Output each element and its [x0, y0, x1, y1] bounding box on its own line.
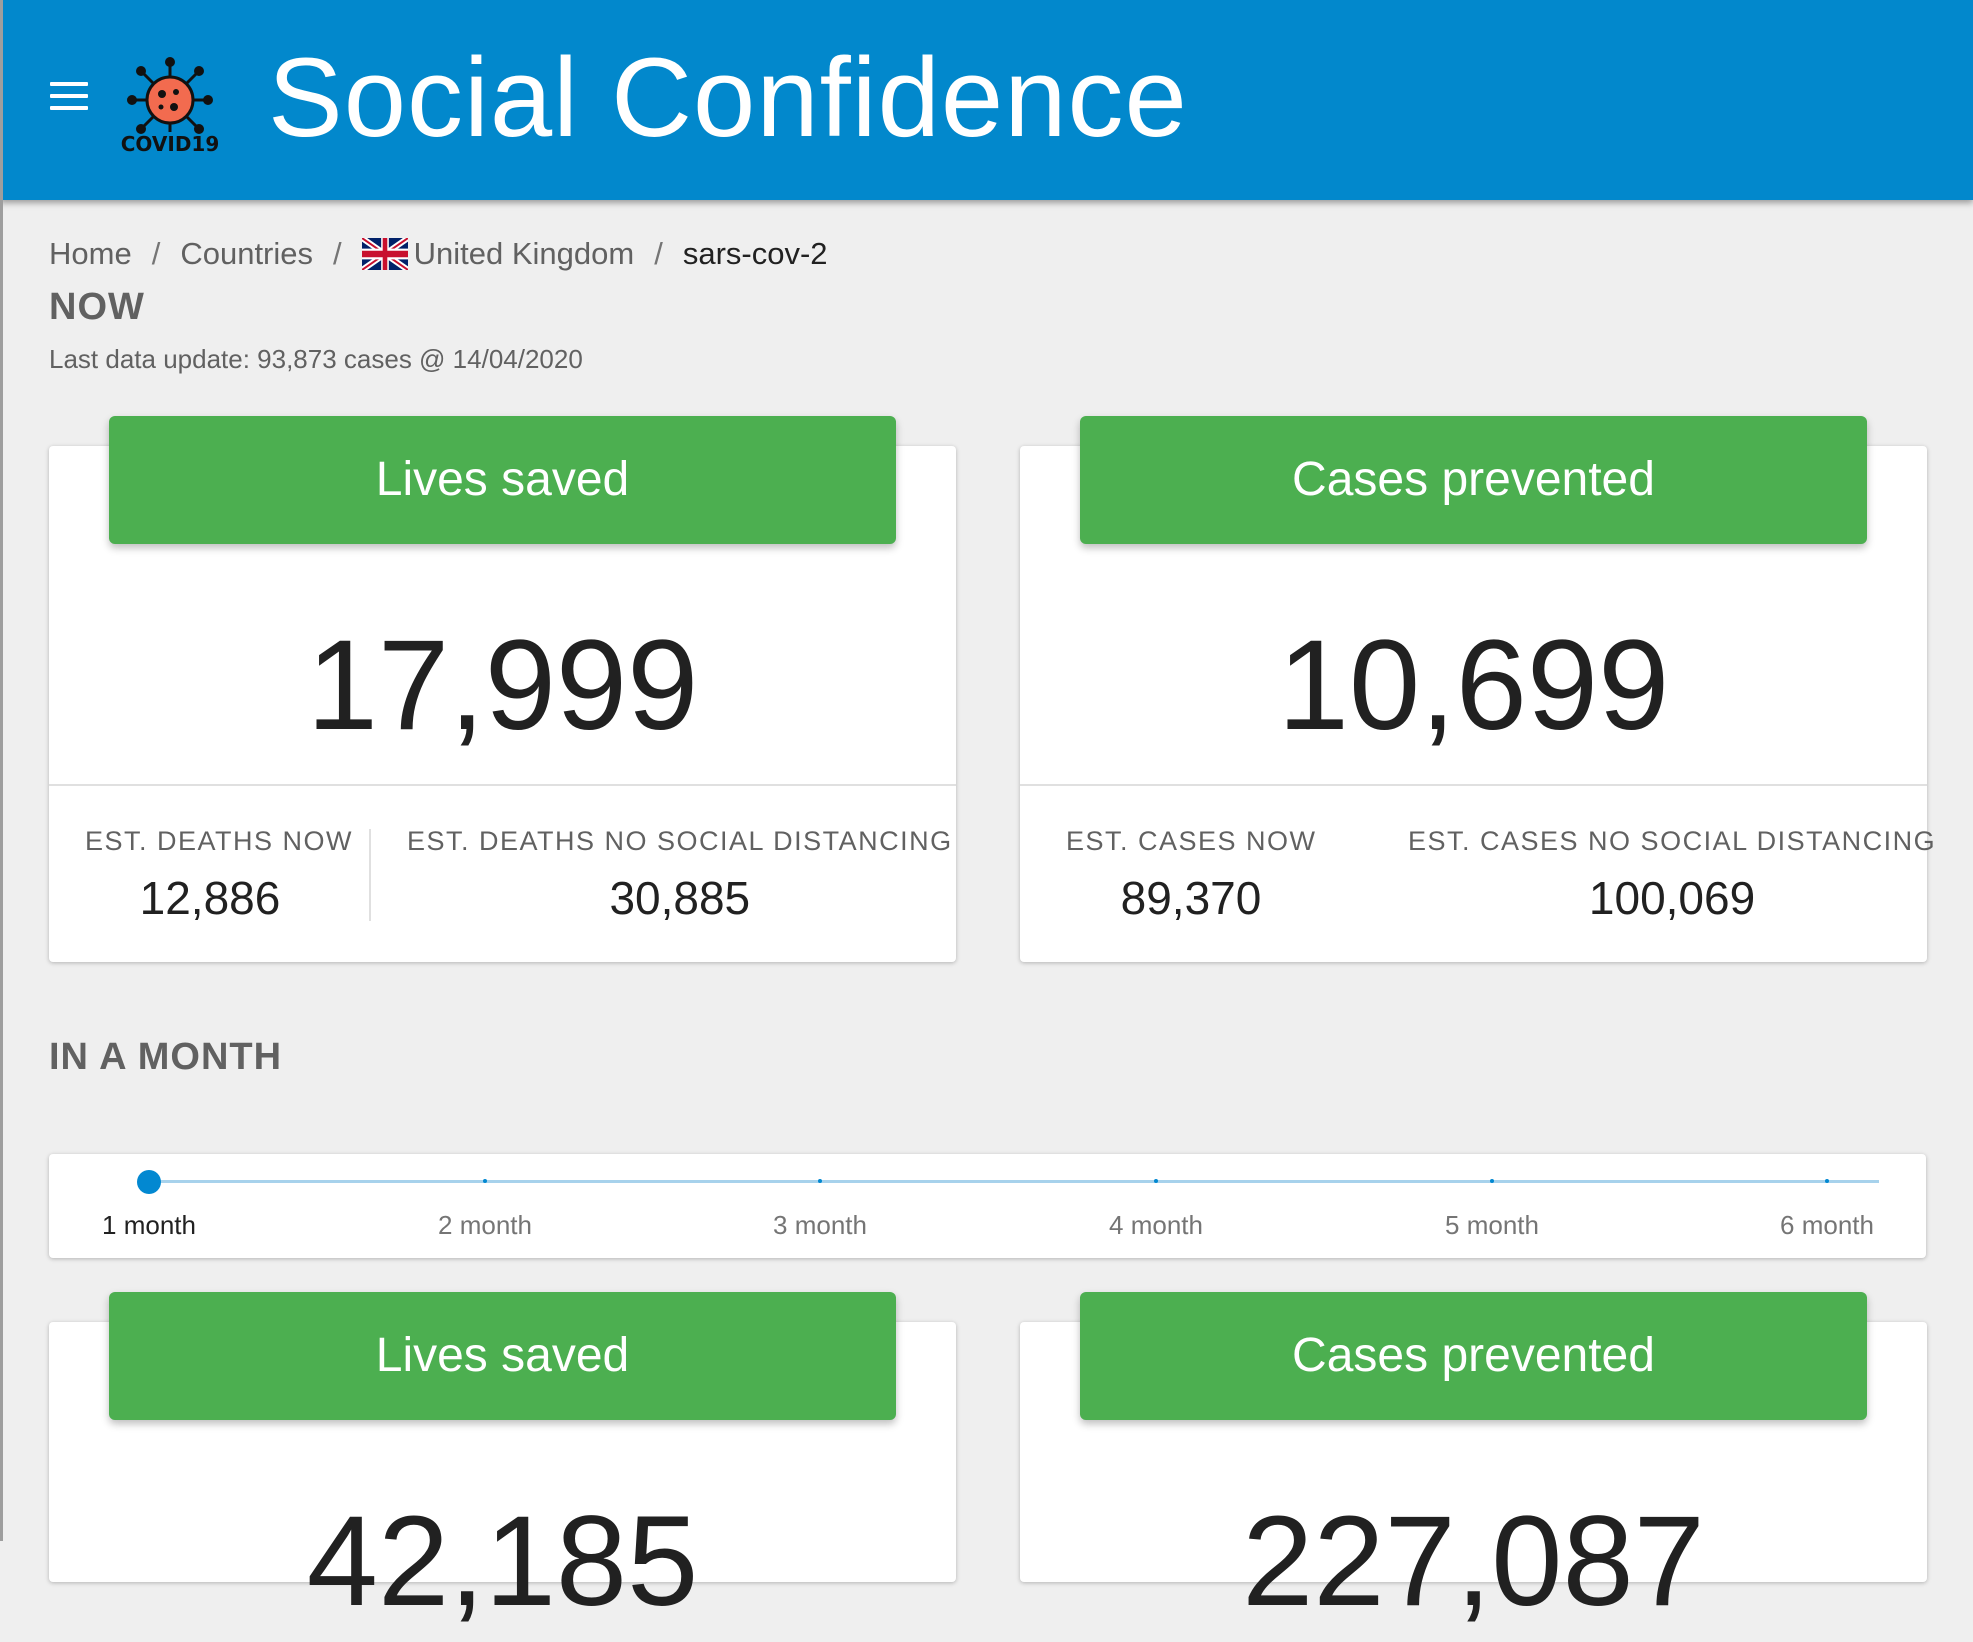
covid19-logo: COVID19: [121, 57, 220, 154]
cases-prevented-value: 227,087: [1242, 1490, 1705, 1633]
stat-label: EST. CASES NO SOCIAL DISTANCING: [1408, 825, 1937, 856]
est-deaths-no-distancing-stat: EST. DEATHS NO SOCIAL DISTANCING 30,885: [407, 826, 953, 925]
breadcrumb-home[interactable]: Home: [49, 232, 132, 276]
section-title-now: NOW: [49, 286, 145, 328]
breadcrumb-countries[interactable]: Countries: [180, 232, 313, 276]
slider-tick: [1825, 1179, 1829, 1183]
slider-label-4-month[interactable]: 4 month: [1109, 1210, 1203, 1241]
breadcrumb-separator: /: [151, 236, 161, 271]
last-update-text: Last data update: 93,873 cases @ 14/04/2…: [49, 344, 583, 374]
lives-saved-card-month: Lives saved 42,185: [49, 1292, 956, 1633]
card-header: Lives saved: [109, 1292, 896, 1420]
breadcrumb-separator: /: [654, 236, 663, 271]
est-cases-now-stat: EST. CASES NOW 89,370: [1066, 826, 1316, 925]
stat-label: EST. DEATHS NO SOCIAL DISTANCING: [407, 825, 953, 856]
stat-value: 12,886: [139, 871, 281, 924]
stat-separator: [369, 829, 371, 921]
breadcrumb-current: sars-cov-2: [682, 236, 828, 271]
lives-saved-value: 42,185: [306, 1490, 699, 1633]
stat-value: 100,069: [1588, 871, 1756, 924]
cases-prevented-value: 10,699: [1277, 614, 1670, 757]
section-title-month: IN A MONTH: [49, 1036, 283, 1078]
card-footer: EST. CASES NOW 89,370 EST. CASES NO SOCI…: [1020, 786, 1935, 964]
slider-label-2-month[interactable]: 2 month: [438, 1210, 532, 1241]
slider-label-3-month[interactable]: 3 month: [773, 1210, 867, 1241]
slider-tick: [1490, 1179, 1494, 1183]
stat-label: EST. CASES NOW: [1066, 825, 1317, 856]
cases-prevented-card-now: Cases prevented 10,699 EST. CASES NOW 89…: [1020, 416, 1935, 964]
breadcrumb-separator: /: [333, 236, 342, 271]
slider-label-6-month[interactable]: 6 month: [1780, 1210, 1874, 1241]
stat-value: 89,370: [1120, 871, 1262, 924]
card-header: Cases prevented: [1080, 1292, 1867, 1420]
app-title: Social Confidence: [268, 35, 1188, 160]
slider-tick: [818, 1179, 822, 1183]
slider-label-5-month[interactable]: 5 month: [1445, 1210, 1539, 1241]
card-footer: EST. DEATHS NOW 12,886 EST. DEATHS NO SO…: [49, 786, 956, 964]
menu-icon[interactable]: [50, 82, 96, 116]
month-slider[interactable]: 1 month 2 month 3 month 4 month 5 month …: [49, 1154, 1926, 1258]
window-edge: [0, 0, 3, 1541]
uk-flag-icon: [361, 238, 408, 270]
slider-track[interactable]: [149, 1180, 1879, 1183]
card-header: Lives saved: [109, 416, 896, 544]
slider-tick: [483, 1179, 487, 1183]
cases-prevented-card-month: Cases prevented 227,087: [1020, 1292, 1927, 1633]
est-cases-no-distancing-stat: EST. CASES NO SOCIAL DISTANCING 100,069: [1408, 826, 1936, 925]
app-bar: COVID19 Social Confidence: [0, 0, 1973, 200]
card-header: Cases prevented: [1080, 416, 1867, 544]
slider-tick: [1154, 1179, 1158, 1183]
slider-label-1-month[interactable]: 1 month: [102, 1210, 196, 1241]
slider-thumb[interactable]: [137, 1170, 161, 1194]
svg-text:COVID19: COVID19: [121, 132, 220, 154]
breadcrumb-country[interactable]: United Kingdom: [414, 232, 635, 276]
lives-saved-card-now: Lives saved 17,999 EST. DEATHS NOW 12,88…: [49, 416, 956, 964]
lives-saved-value: 17,999: [306, 614, 699, 757]
stat-label: EST. DEATHS NOW: [85, 825, 354, 856]
breadcrumb: Home / Countries / United Kingdom / sars…: [49, 232, 828, 276]
stat-value: 30,885: [609, 871, 751, 924]
est-deaths-now-stat: EST. DEATHS NOW 12,886: [85, 825, 354, 925]
